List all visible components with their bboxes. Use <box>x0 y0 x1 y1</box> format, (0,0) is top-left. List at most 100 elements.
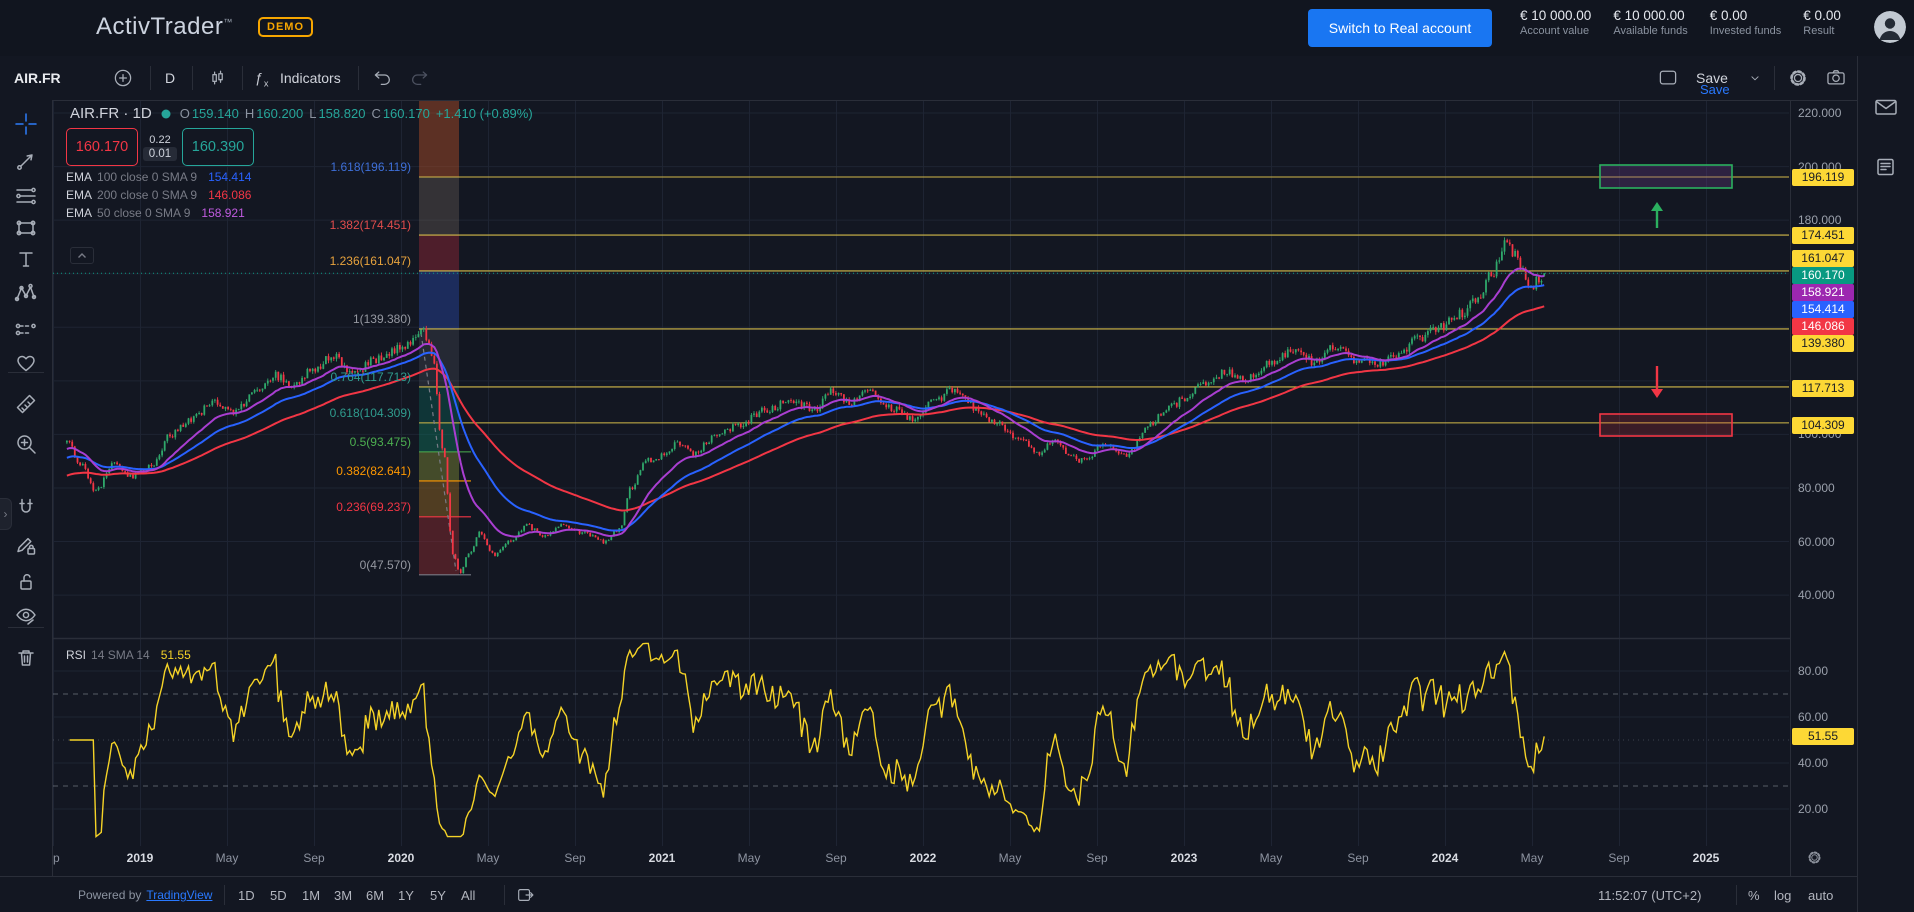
chart-canvas[interactable] <box>0 0 1914 912</box>
fib-label: 1.382(174.451) <box>251 218 411 232</box>
time-label: 2024 <box>1432 851 1459 865</box>
time-label: May <box>477 851 500 865</box>
price-scale-settings-button[interactable] <box>1806 849 1823 866</box>
tool-emoji[interactable] <box>9 347 43 379</box>
arrow-up[interactable] <box>1651 202 1663 228</box>
ruler-icon <box>13 391 39 417</box>
rsi-legend: RSI 14 SMA 14 51.55 <box>66 648 191 662</box>
chevron-svg <box>1747 70 1763 86</box>
stat-label: Account value <box>1520 25 1591 37</box>
ema-ema50 <box>67 269 1544 537</box>
sell-button[interactable]: 160.170 <box>66 128 138 166</box>
fib-label: 1.236(161.047) <box>251 254 411 268</box>
time-label: Sep <box>1347 851 1368 865</box>
plus-circle-svg <box>112 67 134 89</box>
tool-magnet[interactable] <box>9 492 43 524</box>
timeframe-all[interactable]: All <box>461 877 475 912</box>
tool-fib-retracement[interactable] <box>9 180 43 212</box>
tool-text[interactable] <box>9 243 43 275</box>
chart-style-button[interactable] <box>202 56 234 100</box>
app-logo: ActivTrader™ <box>96 13 233 41</box>
fib-retracement[interactable] <box>419 86 1789 575</box>
ema-params: 200 close 0 SMA 9 <box>97 188 197 202</box>
tool-delete-drawings[interactable] <box>9 642 43 674</box>
candlestick-svg <box>207 67 229 89</box>
text-icon <box>13 246 39 272</box>
tool-trend-line[interactable] <box>9 145 43 177</box>
ohlc-values: O159.140 H160.200 L158.820 C160.170 +1.4… <box>180 106 533 121</box>
ema-value: 154.414 <box>208 170 251 184</box>
time-label: 2022 <box>910 851 937 865</box>
target-box-upper[interactable] <box>1600 165 1732 188</box>
price-tag: 158.921 <box>1792 284 1854 301</box>
rsi-tick: 80.00 <box>1798 664 1828 678</box>
tool-xabcd-pattern[interactable] <box>9 277 43 309</box>
price-tag: 196.119 <box>1792 169 1854 186</box>
screenshot-button[interactable] <box>1820 56 1852 100</box>
tool-forecast[interactable] <box>9 312 43 344</box>
log-scale-button[interactable]: log <box>1774 877 1791 912</box>
time-label: May <box>999 851 1022 865</box>
tradingview-link[interactable]: TradingView <box>146 888 212 902</box>
tool-rectangle[interactable] <box>9 212 43 244</box>
timeframe-5d[interactable]: 5D <box>270 877 287 912</box>
go-to-date-button[interactable] <box>516 877 536 912</box>
arrow-down[interactable] <box>1651 366 1663 398</box>
fib-label: 0.764(117.713) <box>251 370 411 384</box>
tool-lock-drawings[interactable] <box>9 566 43 598</box>
redo-svg <box>408 67 430 89</box>
fib-label: 0.382(82.641) <box>251 464 411 478</box>
toolbar-divider <box>8 372 44 373</box>
tool-zoom-in[interactable] <box>9 428 43 460</box>
interval-button[interactable]: D <box>158 56 182 100</box>
tool-ruler[interactable] <box>9 388 43 420</box>
fullscreen-button[interactable] <box>1652 56 1684 100</box>
candlestick-icon <box>207 67 229 89</box>
ema-legend-row[interactable]: EMA200 close 0 SMA 9146.086 <box>66 188 251 202</box>
fib-label: 0.236(69.237) <box>251 500 411 514</box>
camera-icon <box>1825 67 1847 89</box>
panel-expander-button[interactable]: › <box>0 498 12 530</box>
avatar[interactable] <box>1874 11 1906 43</box>
price-tick: 60.000 <box>1798 535 1835 549</box>
timeframe-3m[interactable]: 3M <box>334 877 352 912</box>
time-label: 2019 <box>127 851 154 865</box>
price-tag: 154.414 <box>1792 301 1854 318</box>
target-box-lower[interactable] <box>1600 414 1732 436</box>
hide-drawings-icon <box>13 603 39 629</box>
time-label: 2023 <box>1171 851 1198 865</box>
ema-legend-row[interactable]: EMA50 close 0 SMA 9158.921 <box>66 206 245 220</box>
legend-symbol[interactable]: AIR.FR · 1D <box>70 105 152 122</box>
undo-button[interactable] <box>368 56 398 100</box>
timeframe-1m[interactable]: 1M <box>302 877 320 912</box>
percent-scale-button[interactable]: % <box>1748 877 1760 912</box>
price-tag: 139.380 <box>1792 335 1854 352</box>
indicators-button[interactable]: ƒx Indicators <box>250 56 341 100</box>
buy-button[interactable]: 160.390 <box>182 128 254 166</box>
news-button[interactable] <box>1873 154 1901 182</box>
fib-label: 0.618(104.309) <box>251 406 411 420</box>
auto-scale-button[interactable]: auto <box>1808 877 1833 912</box>
redo-button[interactable] <box>404 56 434 100</box>
chevron-down-icon <box>1747 70 1763 86</box>
timeframe-5y[interactable]: 5Y <box>430 877 446 912</box>
forecast-icon <box>13 315 39 341</box>
price-tag: 174.451 <box>1792 227 1854 244</box>
add-symbol-button[interactable] <box>108 56 138 100</box>
time-label: Sep <box>1086 851 1107 865</box>
tool-drawing-mode[interactable] <box>9 530 43 562</box>
save-menu-button[interactable] <box>1744 56 1766 100</box>
timeframe-6m[interactable]: 6M <box>366 877 384 912</box>
timeframe-1y[interactable]: 1Y <box>398 877 414 912</box>
settings-button[interactable] <box>1782 56 1814 100</box>
mail-button[interactable] <box>1873 94 1901 122</box>
timeframe-1d[interactable]: 1D <box>238 877 255 912</box>
ema-legend-row[interactable]: EMA100 close 0 SMA 9154.414 <box>66 170 251 184</box>
switch-to-real-button[interactable]: Switch to Real account <box>1308 9 1492 47</box>
legend-collapse-button[interactable] <box>70 247 94 264</box>
tool-crosshair[interactable] <box>9 108 43 140</box>
demo-badge: DEMO <box>258 17 313 37</box>
symbol-button[interactable]: AIR.FR <box>14 56 61 100</box>
account-stat: € 10 000.00Available funds <box>1613 8 1687 37</box>
time-label: Sep <box>564 851 585 865</box>
